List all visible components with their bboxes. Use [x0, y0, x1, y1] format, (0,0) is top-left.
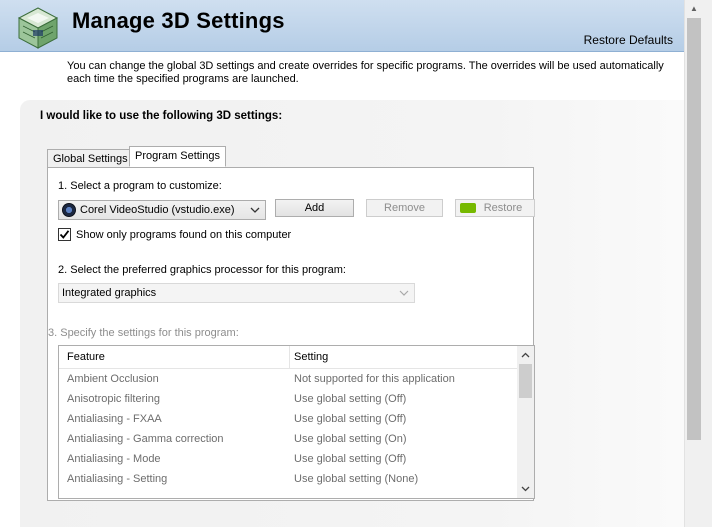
show-only-programs-checkbox[interactable]: [58, 228, 71, 241]
page-description: You can change the global 3D settings an…: [67, 60, 664, 85]
table-row[interactable]: Antialiasing - Gamma correction Use glob…: [59, 430, 518, 450]
3d-cube-icon: [17, 7, 59, 49]
table-header: Feature Setting: [59, 346, 518, 369]
tab-global-settings[interactable]: Global Settings: [47, 149, 134, 169]
feature-settings-table: Feature Setting Ambient Occlusion Not su…: [58, 345, 535, 499]
column-header-feature[interactable]: Feature: [67, 351, 105, 363]
column-divider[interactable]: [289, 346, 290, 369]
restore-defaults-link[interactable]: Restore Defaults: [584, 33, 673, 47]
program-settings-pane: 1. Select a program to customize: Corel …: [47, 167, 535, 501]
page-header: Manage 3D Settings Restore Defaults: [0, 0, 684, 52]
scroll-up-icon[interactable]: [520, 350, 531, 361]
table-row[interactable]: Antialiasing - FXAA Use global setting (…: [59, 410, 518, 430]
page-title: Manage 3D Settings: [72, 8, 285, 33]
show-only-programs-label: Show only programs found on this compute…: [76, 229, 292, 241]
step1-label: 1. Select a program to customize:: [58, 180, 222, 192]
graphics-processor-select[interactable]: Integrated graphics: [58, 283, 415, 303]
nvidia-logo-icon: [460, 203, 476, 213]
chevron-down-icon: [399, 290, 409, 296]
feature-setting: Use global setting (On): [294, 433, 407, 445]
step3-label: 3. Specify the settings for this program…: [48, 327, 239, 339]
feature-setting: Use global setting (Off): [294, 393, 407, 405]
selected-program: Corel VideoStudio (vstudio.exe): [80, 204, 235, 216]
chevron-down-icon: [250, 207, 260, 213]
program-select[interactable]: Corel VideoStudio (vstudio.exe): [58, 200, 266, 220]
window-edge: [702, 0, 712, 527]
feature-name: Anisotropic filtering: [67, 393, 160, 405]
table-row[interactable]: Antialiasing - Setting Use global settin…: [59, 470, 518, 490]
feature-setting: Not supported for this application: [294, 373, 455, 385]
page-scrollbar[interactable]: ▲: [684, 0, 702, 527]
feature-name: Antialiasing - Gamma correction: [67, 433, 224, 445]
feature-name: Antialiasing - Setting: [67, 473, 168, 485]
scroll-down-icon[interactable]: [520, 483, 531, 494]
feature-setting: Use global setting (None): [294, 473, 419, 485]
checkmark-icon: [59, 230, 70, 239]
table-row[interactable]: Ambient Occlusion Not supported for this…: [59, 370, 518, 390]
step2-label: 2. Select the preferred graphics process…: [58, 264, 346, 276]
page-scrollbar-thumb[interactable]: [687, 18, 701, 440]
table-scrollbar[interactable]: [517, 346, 534, 498]
feature-name: Ambient Occlusion: [67, 373, 159, 385]
feature-setting: Use global setting (Off): [294, 453, 407, 465]
settings-panel: I would like to use the following 3D set…: [20, 100, 684, 527]
feature-setting: Use global setting (Off): [294, 413, 407, 425]
scroll-up-icon[interactable]: ▲: [689, 4, 699, 14]
table-scrollbar-thumb[interactable]: [519, 364, 532, 398]
feature-name: Antialiasing - Mode: [67, 453, 161, 465]
selected-gpu: Integrated graphics: [62, 287, 157, 299]
table-row[interactable]: Antialiasing - Mode Use global setting (…: [59, 450, 518, 470]
corel-videostudio-icon: [62, 203, 76, 217]
panel-heading: I would like to use the following 3D set…: [40, 110, 283, 122]
remove-button[interactable]: Remove: [366, 199, 443, 217]
feature-name: Antialiasing - FXAA: [67, 413, 162, 425]
column-header-setting[interactable]: Setting: [294, 351, 328, 363]
restore-button[interactable]: Restore: [455, 199, 535, 217]
add-button[interactable]: Add: [275, 199, 354, 217]
tab-program-settings[interactable]: Program Settings: [129, 146, 226, 167]
table-row[interactable]: Anisotropic filtering Use global setting…: [59, 390, 518, 410]
restore-button-label: Restore: [483, 202, 523, 214]
